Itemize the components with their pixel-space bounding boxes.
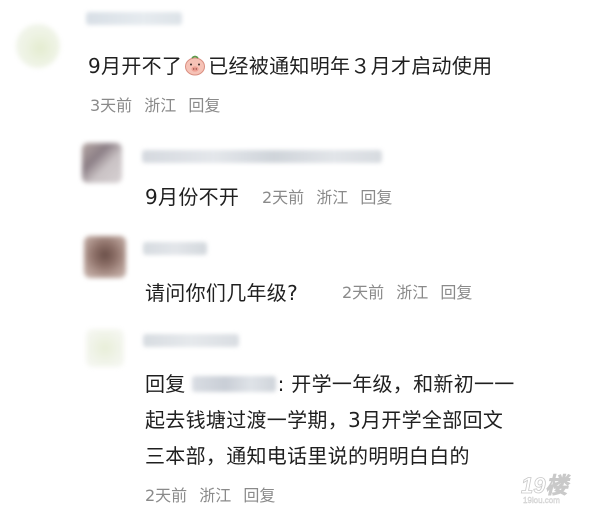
piglet-emoji-icon xyxy=(185,55,206,76)
comment-time: 2天前 xyxy=(262,188,305,207)
avatar[interactable] xyxy=(16,24,60,68)
mentioned-user-blurred[interactable] xyxy=(191,376,276,392)
reply-button[interactable]: 回复 xyxy=(360,188,392,207)
comment-text: 9月份不开 xyxy=(145,185,240,209)
comment-text-part: 已经被通知明年３月才启动使用 xyxy=(208,54,493,78)
username-blurred[interactable] xyxy=(142,150,382,163)
reply-button[interactable]: 回复 xyxy=(243,486,275,505)
username-blurred[interactable] xyxy=(143,334,239,347)
comment-text: 请问你们几年级? xyxy=(145,281,299,305)
comment-time: 2天前 xyxy=(342,283,385,302)
username-blurred[interactable] xyxy=(86,12,182,25)
comment-meta: 2天前 浙江 回复 xyxy=(342,282,479,304)
comment-text: 9月开不了 已经被通知明年３月才启动使用 xyxy=(88,52,492,80)
comment-location: 浙江 xyxy=(199,486,232,505)
comment-text-part: 9月开不了 xyxy=(88,54,183,78)
comment-text-line: 三本部，通知电话里说的明明白白的 xyxy=(145,444,470,468)
comment-meta: 2天前 浙江 回复 xyxy=(145,485,282,507)
username-blurred[interactable] xyxy=(143,242,207,255)
reply-button[interactable]: 回复 xyxy=(440,283,472,302)
comment-location: 浙江 xyxy=(144,96,177,115)
comment-time: 2天前 xyxy=(145,486,188,505)
avatar[interactable] xyxy=(86,329,124,367)
comment-location: 浙江 xyxy=(396,283,429,302)
comment-text-line: 回复 : 开学一年级，和新初一一 xyxy=(145,370,515,398)
comment-meta: 2天前 浙江 回复 xyxy=(262,187,399,209)
site-watermark-logo: 19楼 19lou.com xyxy=(521,473,571,505)
comment-text-part: : 开学一年级，和新初一一 xyxy=(277,372,515,396)
avatar[interactable] xyxy=(82,143,122,183)
avatar[interactable] xyxy=(84,236,126,278)
watermark-subtext: 19lou.com xyxy=(523,496,560,505)
comment-text-line: 起去钱塘过渡一学期，3月开学全部回文 xyxy=(145,408,504,432)
comment-meta: 3天前 浙江 回复 xyxy=(90,95,227,117)
comment-location: 浙江 xyxy=(316,188,349,207)
comment-time: 3天前 xyxy=(90,96,133,115)
watermark-text: 19楼 xyxy=(521,473,570,498)
reply-button[interactable]: 回复 xyxy=(188,96,220,115)
reply-prefix: 回复 xyxy=(145,372,186,396)
